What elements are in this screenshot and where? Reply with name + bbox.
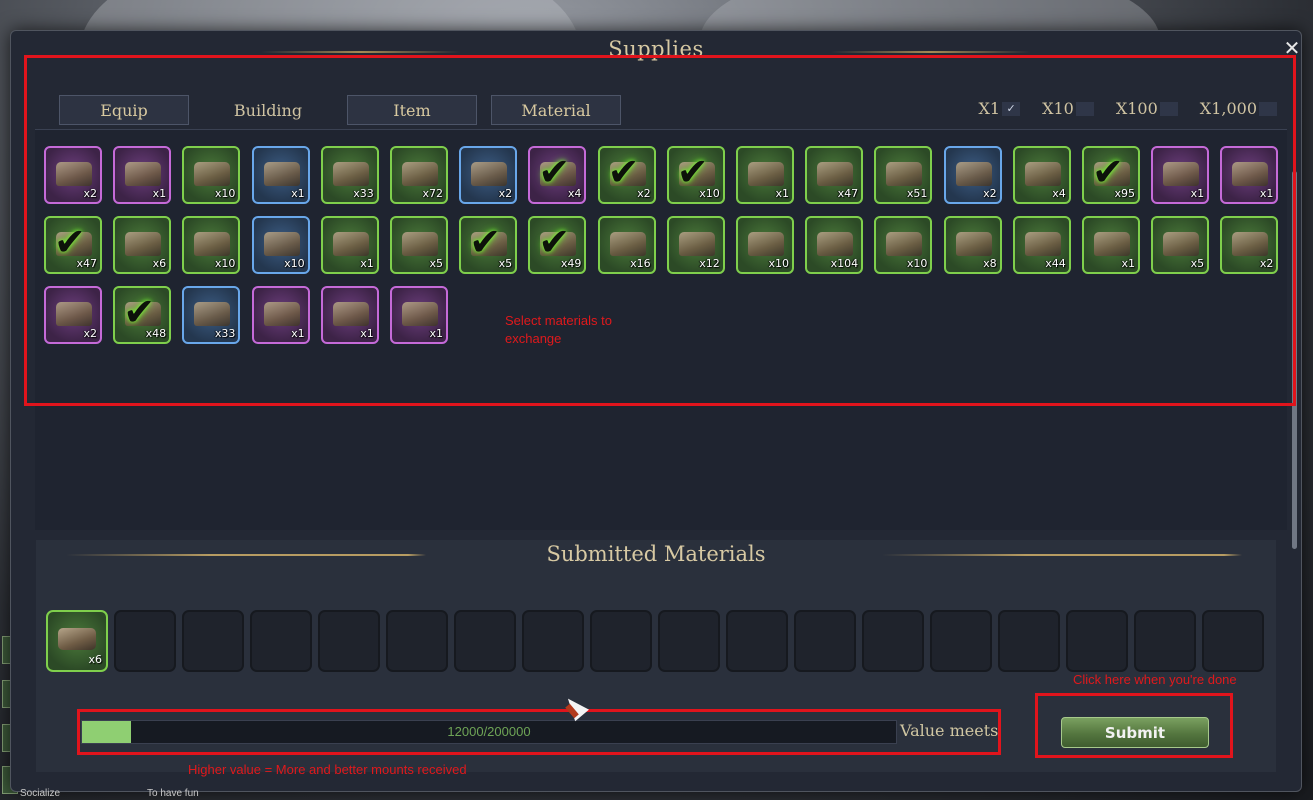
material-count: x6 [88, 653, 102, 666]
submitted-slot[interactable] [658, 610, 720, 672]
material-icon [58, 628, 96, 650]
submitted-slot[interactable] [590, 610, 652, 672]
annotation-click: Click here when you're done [1073, 672, 1237, 687]
submitted-slot[interactable] [998, 610, 1060, 672]
submitted-slot[interactable] [318, 610, 380, 672]
submitted-slot[interactable] [1134, 610, 1196, 672]
submitted-slot[interactable] [454, 610, 516, 672]
annotation-higher: Higher value = More and better mounts re… [188, 762, 467, 777]
background-label: To have fun [147, 788, 199, 799]
background-label: Socialize [20, 788, 61, 799]
submitted-slot[interactable] [114, 610, 176, 672]
submitted-slot[interactable] [1202, 610, 1264, 672]
submitted-slot[interactable] [182, 610, 244, 672]
submitted-slot[interactable] [1066, 610, 1128, 672]
submitted-slot[interactable] [522, 610, 584, 672]
annotation-box-submit [1035, 693, 1233, 758]
submitted-slot[interactable] [726, 610, 788, 672]
annotation-box-progress [77, 709, 1001, 755]
submitted-title: Submitted Materials [546, 542, 766, 566]
submitted-slot[interactable] [794, 610, 856, 672]
submitted-slot[interactable] [250, 610, 312, 672]
annotation-select: Select materials to exchange [505, 313, 612, 346]
annotation-box-materials [24, 55, 1296, 406]
submitted-slot[interactable]: x6 [46, 610, 108, 672]
submitted-slot[interactable] [386, 610, 448, 672]
submitted-slot[interactable] [862, 610, 924, 672]
submitted-slot[interactable] [930, 610, 992, 672]
